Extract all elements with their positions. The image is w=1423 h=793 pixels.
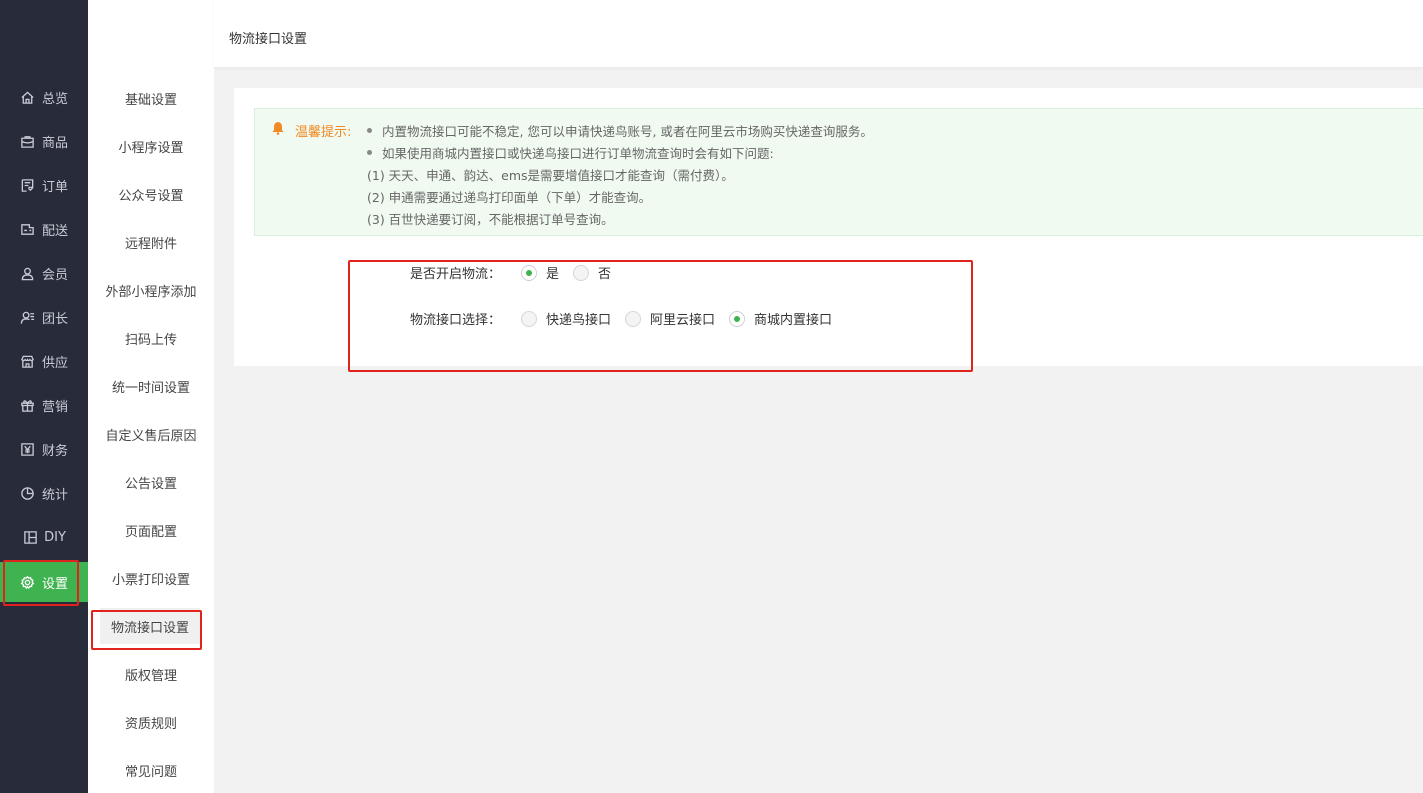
tip-note: (3) 百世快递要订阅，不能根据订单号查询。 (367, 212, 614, 227)
annotation-box-form (348, 260, 973, 372)
sub-item-official-account[interactable]: 公众号设置 (88, 176, 214, 212)
nav-item-diy[interactable]: DIY (0, 517, 88, 557)
sub-item-label: 页面配置 (124, 524, 177, 540)
nav-item-label: 会员 (41, 267, 68, 283)
sub-item-qualification-rules[interactable]: 资质规则 (88, 704, 214, 740)
sub-item-basic-settings[interactable]: 基础设置 (88, 80, 214, 116)
sub-item-remote-attachment[interactable]: 远程附件 (88, 224, 214, 260)
sub-item-label: 常见问题 (124, 764, 177, 780)
nav-item-label: 统计 (41, 487, 68, 503)
sub-item-label: 资质规则 (124, 716, 177, 732)
nav-item-supply[interactable]: 供应 (0, 341, 88, 381)
tip-label: 温馨提示: (295, 125, 352, 140)
nav-item-goods[interactable]: 商品 (0, 121, 88, 161)
nav-item-member[interactable]: 会员 (0, 253, 88, 293)
sub-item-label: 公众号设置 (118, 188, 184, 204)
nav-item-finance[interactable]: 财务 (0, 429, 88, 469)
sub-item-label: 基础设置 (124, 92, 177, 108)
member-icon (20, 265, 36, 281)
home-icon (20, 89, 36, 105)
secondary-sidebar: 基础设置 小程序设置 公众号设置 远程附件 外部小程序添加 扫码上传 统一时间设… (88, 0, 214, 793)
sub-item-aftersale-reasons[interactable]: 自定义售后原因 (88, 416, 214, 452)
sub-item-label: 远程附件 (124, 236, 177, 252)
sub-item-time-settings[interactable]: 统一时间设置 (88, 368, 214, 404)
sub-item-external-miniprogram[interactable]: 外部小程序添加 (88, 272, 214, 308)
annotation-box-settings (3, 560, 79, 606)
sub-item-page-config[interactable]: 页面配置 (88, 512, 214, 548)
primary-sidebar: 总览 商品 订单 配送 会员 团长 供应 营销 财务 统计 DIY 设置 (0, 0, 88, 793)
nav-item-marketing[interactable]: 营销 (0, 385, 88, 425)
tip-note: (1) 天天、申通、韵达、ems是需要增值接口才能查询（需付费）。 (367, 168, 734, 183)
nav-item-label: 营销 (41, 399, 68, 415)
order-icon (20, 177, 36, 193)
sub-item-miniprogram-settings[interactable]: 小程序设置 (88, 128, 214, 164)
sub-item-label: 自定义售后原因 (105, 428, 197, 444)
nav-item-label: DIY (44, 529, 66, 545)
top-header: 物流接口设置 (214, 0, 1423, 68)
sub-item-label: 公告设置 (124, 476, 177, 492)
nav-item-statistics[interactable]: 统计 (0, 473, 88, 513)
nav-item-orders[interactable]: 订单 (0, 165, 88, 205)
sub-item-label: 外部小程序添加 (105, 284, 197, 300)
nav-item-label: 团长 (41, 311, 68, 327)
sub-item-receipt-print[interactable]: 小票打印设置 (88, 560, 214, 596)
nav-item-label: 财务 (41, 443, 68, 459)
sub-item-label: 小程序设置 (118, 140, 184, 156)
nav-item-label: 商品 (41, 135, 68, 151)
tip-bullet: 如果使用商城内置接口或快递鸟接口进行订单物流查询时会有如下问题: (367, 143, 774, 162)
supply-icon (20, 353, 36, 369)
layout-icon (22, 529, 38, 545)
chart-icon (20, 485, 36, 501)
goods-icon (20, 133, 36, 149)
tip-note: (2) 申通需要通过递鸟打印面单（下单）才能查询。 (367, 190, 652, 205)
sub-item-label: 小票打印设置 (111, 572, 190, 588)
tip-bullet: 内置物流接口可能不稳定, 您可以申请快递鸟账号, 或者在阿里云市场购买快递查询服… (367, 121, 873, 140)
bell-icon (271, 121, 285, 135)
breadcrumb: 物流接口设置 (229, 32, 308, 47)
nav-item-delivery[interactable]: 配送 (0, 209, 88, 249)
nav-item-overview[interactable]: 总览 (0, 77, 88, 117)
nav-item-label: 总览 (41, 91, 68, 107)
nav-item-leader[interactable]: 团长 (0, 297, 88, 337)
sub-item-label: 扫码上传 (124, 332, 177, 348)
sub-item-label: 统一时间设置 (111, 380, 190, 396)
tip-alert: 温馨提示: 内置物流接口可能不稳定, 您可以申请快递鸟账号, 或者在阿里云市场购… (254, 108, 1423, 236)
leader-icon (20, 309, 36, 325)
sub-item-copyright[interactable]: 版权管理 (88, 656, 214, 692)
sub-item-label: 版权管理 (124, 668, 177, 684)
nav-item-label: 供应 (41, 355, 68, 371)
sub-item-scan-upload[interactable]: 扫码上传 (88, 320, 214, 356)
nav-item-label: 配送 (41, 223, 68, 239)
annotation-box-logistics (91, 610, 202, 650)
sub-item-notice-settings[interactable]: 公告设置 (88, 464, 214, 500)
delivery-icon (20, 221, 36, 237)
nav-item-label: 订单 (41, 179, 68, 195)
gift-icon (20, 397, 36, 413)
sub-item-faq[interactable]: 常见问题 (88, 752, 214, 788)
finance-icon (20, 441, 36, 457)
